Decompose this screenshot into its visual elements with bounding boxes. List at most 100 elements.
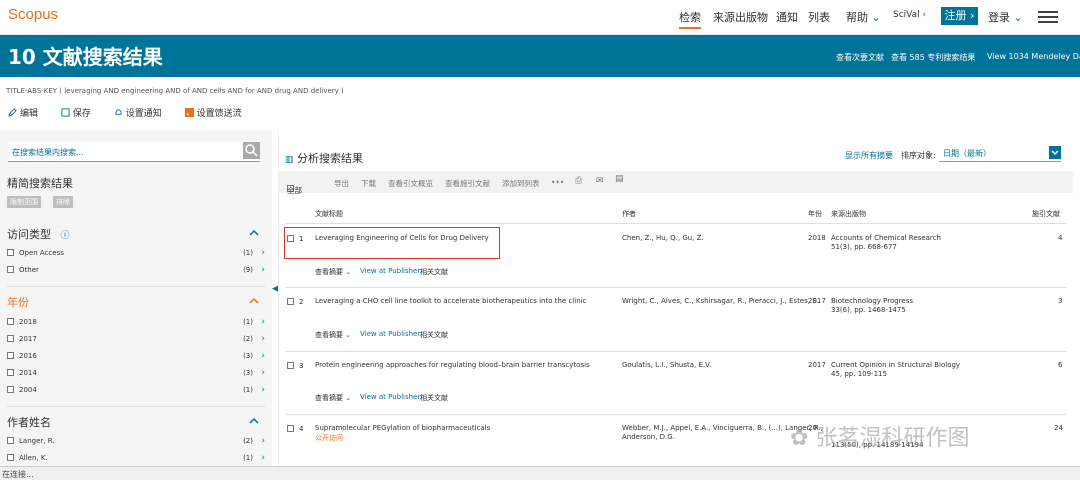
result-authors[interactable]: Goulatis, L.I., Shusta, E.V. <box>622 361 711 369</box>
nav-search[interactable]: 检索 <box>679 9 701 29</box>
add-to-list-button[interactable]: 添加到列表 <box>502 178 540 189</box>
search-within-input[interactable]: 在搜索结果内搜索... <box>8 142 260 162</box>
result-title[interactable]: Protein engineering approaches for regul… <box>315 361 590 369</box>
chevron-right-icon[interactable]: › <box>261 334 265 344</box>
col-source[interactable]: 来源出版物 <box>831 209 866 219</box>
set-alert-action[interactable]: 设置通知 <box>114 109 172 119</box>
chevron-up-icon[interactable] <box>249 416 259 426</box>
mendeley-data-link[interactable]: View 1034 Mendeley Data <box>987 52 1080 61</box>
checkbox[interactable] <box>7 335 14 342</box>
facet-item[interactable]: Other (9) › <box>7 265 265 278</box>
facet-item[interactable]: 2018 (1) › <box>7 317 265 330</box>
result-cited-by[interactable]: 4 <box>1058 234 1062 242</box>
nav-help[interactable]: 帮助 ⌄ <box>846 9 881 25</box>
checkbox[interactable] <box>287 298 294 305</box>
result-cited-by[interactable]: 6 <box>1058 361 1062 369</box>
bibliography-icon[interactable]: ▤ <box>615 174 624 184</box>
related-docs-link[interactable]: 相关文献 <box>420 393 448 403</box>
result-authors[interactable]: Chen, Z., Hu, Q., Gu, Z. <box>622 234 704 242</box>
chevron-right-icon[interactable]: › <box>261 385 265 395</box>
info-icon[interactable]: ⓘ <box>61 231 70 241</box>
export-button[interactable]: 导出 <box>334 178 349 189</box>
edit-action[interactable]: 编辑 <box>8 108 48 119</box>
nav-sources[interactable]: 来源出版物 <box>713 9 768 25</box>
chevron-right-icon[interactable]: › <box>261 317 265 327</box>
facet-item[interactable]: 2017 (2) › <box>7 334 265 347</box>
more-icon[interactable]: ••• <box>551 178 564 187</box>
col-title[interactable]: 文献标题 <box>315 209 343 219</box>
analyze-results[interactable]: ▥ 分析搜索结果 <box>285 150 363 166</box>
print-icon[interactable]: ⎙ <box>575 176 582 186</box>
register-button[interactable]: 注册 › <box>941 7 978 25</box>
nav-alerts[interactable]: 通知 <box>776 9 798 25</box>
sort-select[interactable]: 日期（最新） <box>939 146 1061 162</box>
checkbox[interactable] <box>7 352 14 359</box>
related-docs-link[interactable]: 相关文献 <box>420 267 448 277</box>
checkbox[interactable] <box>7 454 14 461</box>
result-source-detail: 51(3), pp. 668-677 <box>831 243 897 251</box>
show-all-abstracts-link[interactable]: 显示所有摘要 <box>845 150 893 161</box>
chevron-up-icon[interactable] <box>249 228 259 238</box>
chevron-up-icon[interactable] <box>249 296 259 306</box>
related-docs-link[interactable]: 相关文献 <box>420 330 448 340</box>
cited-by-button[interactable]: 查看施引文献 <box>445 178 490 189</box>
checkbox[interactable] <box>7 318 14 325</box>
facet-item[interactable]: 2016 (3) › <box>7 351 265 364</box>
checkbox[interactable] <box>287 362 294 369</box>
row-checkbox[interactable]: 4 <box>287 425 303 433</box>
checkbox[interactable] <box>287 425 294 432</box>
result-source[interactable]: Accounts of Chemical Research <box>831 234 941 242</box>
result-authors-continued[interactable]: Anderson, D.G. <box>622 433 675 441</box>
checkbox[interactable] <box>7 266 14 273</box>
view-at-publisher-link[interactable]: View at Publisher <box>360 393 420 401</box>
patent-results-link[interactable]: 查看 585 专利搜索结果 <box>891 52 975 63</box>
chevron-down-icon[interactable] <box>1049 146 1061 159</box>
view-at-publisher-link[interactable]: View at Publisher <box>360 267 420 275</box>
download-button[interactable]: 下载 <box>361 178 376 189</box>
result-source[interactable]: Biotechnology Progress <box>831 297 913 305</box>
set-feed-action[interactable]: 设置馈送流 <box>184 108 252 119</box>
view-abstract-link[interactable]: 查看摘要 ⌄ <box>315 267 351 277</box>
result-source[interactable]: Current Opinion in Structural Biology <box>831 361 960 369</box>
limit-to-button[interactable]: 限制范围 <box>7 196 41 208</box>
checkbox[interactable] <box>7 369 14 376</box>
citation-overview-button[interactable]: 查看引文概览 <box>388 178 433 189</box>
view-abstract-link[interactable]: 查看摘要 ⌄ <box>315 330 351 340</box>
nav-lists[interactable]: 列表 <box>808 9 830 25</box>
row-checkbox[interactable]: 2 <box>287 298 303 306</box>
view-abstract-link[interactable]: 查看摘要 ⌄ <box>315 393 351 403</box>
result-cited-by[interactable]: 24 <box>1054 424 1063 432</box>
checkbox[interactable] <box>7 249 14 256</box>
result-title[interactable]: Leveraging a CHO cell line toolkit to ac… <box>315 297 586 305</box>
view-at-publisher-link[interactable]: View at Publisher <box>360 330 420 338</box>
facet-item[interactable]: 2004 (1) › <box>7 385 265 398</box>
facet-item[interactable]: 2014 (3) › <box>7 368 265 381</box>
result-title[interactable]: Supramolecular PEGylation of biopharmace… <box>315 424 490 432</box>
menu-icon[interactable] <box>1038 11 1058 23</box>
nav-login[interactable]: 登录 ⌄ <box>988 9 1023 25</box>
facet-item[interactable]: Allen, K. (1) › <box>7 453 265 466</box>
chevron-right-icon[interactable]: › <box>261 265 265 275</box>
checkbox[interactable] <box>7 437 14 444</box>
nav-scival[interactable]: SciVal › <box>893 10 926 20</box>
checkbox[interactable] <box>7 386 14 393</box>
result-authors[interactable]: Wright, C., Alves, C., Kshirsagar, R., P… <box>622 297 819 305</box>
col-cited-by[interactable]: 施引文献 <box>1032 209 1060 219</box>
col-year[interactable]: 年份 <box>808 209 822 219</box>
chevron-right-icon[interactable]: › <box>261 351 265 361</box>
exclude-button[interactable]: 排除 <box>53 196 73 208</box>
row-checkbox[interactable]: 3 <box>287 362 303 370</box>
search-icon[interactable] <box>243 142 260 159</box>
facet-item[interactable]: Langer, R. (2) › <box>7 436 265 449</box>
chevron-right-icon[interactable]: › <box>261 436 265 446</box>
chevron-right-icon[interactable]: › <box>261 248 265 258</box>
save-action[interactable]: 保存 <box>61 108 101 119</box>
secondary-docs-link[interactable]: 查看次要文献 <box>836 52 884 63</box>
email-icon[interactable]: ✉ <box>596 176 604 186</box>
chevron-right-icon[interactable]: › <box>261 453 265 463</box>
facet-item[interactable]: Open Access (1) › <box>7 248 265 261</box>
col-authors[interactable]: 作者 <box>622 209 636 219</box>
result-cited-by[interactable]: 3 <box>1058 297 1062 305</box>
chevron-right-icon[interactable]: › <box>261 368 265 378</box>
scopus-logo[interactable]: Scopus <box>8 6 58 23</box>
